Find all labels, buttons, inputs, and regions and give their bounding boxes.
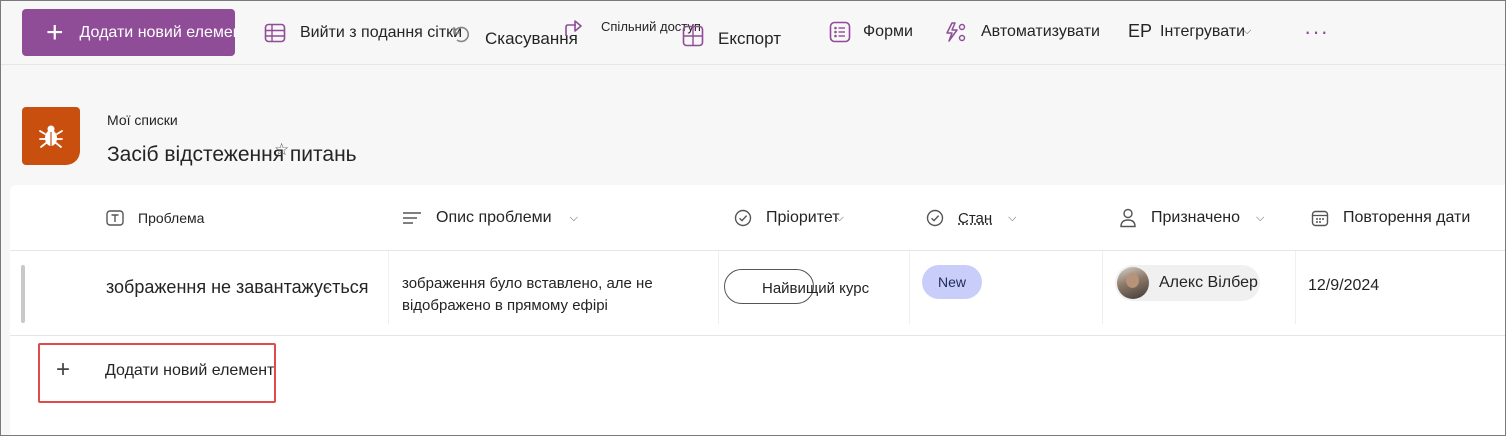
undo-icon [453,26,469,43]
column-header-label: Повторення дати [1343,209,1471,226]
column-header-status[interactable]: Стан ⌵ [926,185,1017,251]
calendar-icon [1311,209,1329,227]
priority-value: Найвищий курс [762,280,870,297]
exit-grid-view-label: Вийти з подання сітки [300,24,463,41]
column-header-description[interactable]: Опис проблеми ⌵ [402,185,578,251]
column-header-label: Проблема [138,210,205,226]
status-badge: New [922,265,982,299]
row-selector[interactable] [21,265,25,323]
column-header-row: Проблема Опис проблеми ⌵ Пріоритет ⌵ Ста… [10,185,1505,251]
forms-button[interactable]: Форми [829,21,913,43]
page-title: Засіб відстеження питань [107,143,357,166]
bug-icon [22,107,80,165]
chevron-down-icon: ⌵ [1243,25,1252,37]
forms-icon [829,21,851,43]
column-header-due-date[interactable]: Повторення дати [1311,185,1505,251]
chevron-down-icon[interactable]: ⌵ [836,212,844,225]
automate-label: Автоматизувати [981,23,1100,40]
table-row[interactable]: зображення не завантажується зображення … [10,251,1505,336]
integrate-button[interactable]: EP Інтегрувати ⌵ [1128,21,1251,42]
share-button[interactable]: Спільний доступ [563,17,701,39]
check-circle-icon [734,209,752,227]
cell-description[interactable]: зображення було вставлено, але не відобр… [389,251,719,324]
grid-table-icon [264,23,286,43]
export-button[interactable]: Експорт [682,23,781,49]
forms-label: Форми [863,23,913,40]
plus-icon: + [46,15,64,49]
column-header-label: Стан [958,209,993,227]
cell-problem[interactable]: зображення не завантажується [106,251,389,324]
person-icon [1119,208,1137,228]
cell-status[interactable]: New [910,251,1103,324]
favorite-star-icon[interactable]: ☆ [274,140,289,160]
breadcrumb[interactable]: Мої списки [107,112,178,128]
avatar [1117,267,1149,299]
chevron-down-icon[interactable]: ⌵ [1256,212,1264,225]
cell-assigned[interactable]: Алекс Вілбер [1103,251,1296,324]
undo-button[interactable]: Скасування [449,19,578,49]
add-new-item-label: Додати новий елемент [79,23,235,41]
cell-priority[interactable]: Найвищий курс [719,251,910,324]
excel-grid-icon [682,25,704,47]
column-header-label: Опис проблеми [436,209,552,226]
column-header-label: Призначено [1151,209,1241,226]
column-header-priority[interactable]: Пріоритет ⌵ [734,185,844,251]
column-header-problem[interactable]: Проблема [106,185,204,251]
integrate-prefix: EP [1128,21,1153,41]
person-chip[interactable]: Алекс Вілбер [1115,265,1260,301]
automate-button[interactable]: Автоматизувати [943,21,1100,43]
person-name: Алекс Вілбер [1159,274,1258,291]
cell-due-date[interactable]: 12/9/2024 [1296,251,1505,324]
chevron-down-icon[interactable]: ⌵ [1008,212,1016,225]
integrate-label: Інтегрувати [1160,22,1246,40]
text-lines-icon [402,210,422,226]
flow-icon [946,22,966,42]
column-header-label: Пріоритет [766,209,840,226]
column-header-assigned[interactable]: Призначено ⌵ [1119,185,1264,251]
chevron-down-icon[interactable]: ⌵ [570,212,578,225]
highlight-callout-box [38,343,276,403]
check-circle-icon [926,209,944,227]
more-options-button[interactable]: ··· [1304,19,1329,45]
add-new-item-button[interactable]: + Додати новий елемент [22,9,235,56]
share-icon [565,20,582,36]
app-frame: + Додати новий елемент Вийти з подання с… [0,0,1506,436]
export-label: Експорт [718,29,781,48]
exit-grid-view-button[interactable]: Вийти з подання сітки [264,23,462,43]
text-type-icon [106,210,124,226]
list-grid: Проблема Опис проблеми ⌵ Пріоритет ⌵ Ста… [10,185,1505,435]
command-bar: + Додати новий елемент Вийти з подання с… [1,1,1505,65]
